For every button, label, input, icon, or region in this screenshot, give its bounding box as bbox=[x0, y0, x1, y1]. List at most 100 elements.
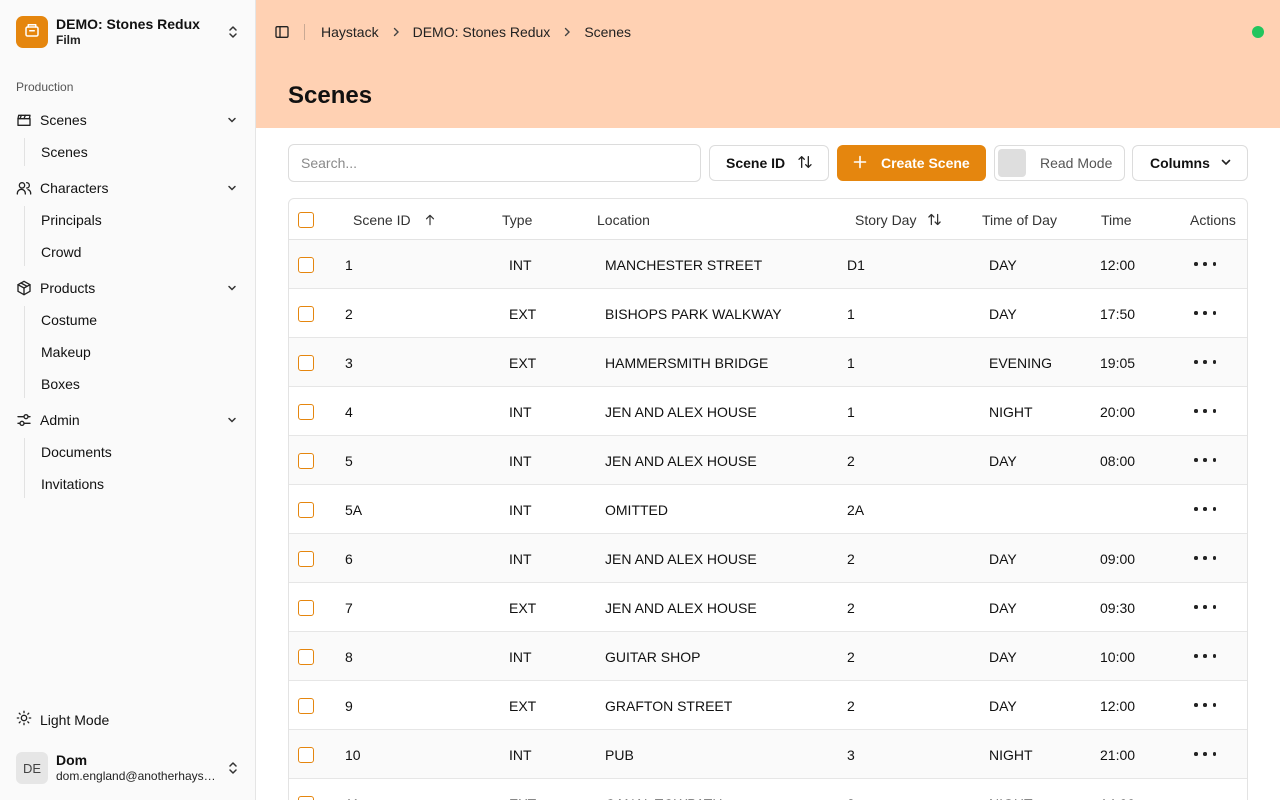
column-header-type[interactable]: Type bbox=[502, 199, 532, 240]
cell-time-of-day: DAY bbox=[989, 256, 1017, 273]
read-mode-label: Read Mode bbox=[1040, 155, 1113, 171]
cell-time: 12:00 bbox=[1100, 256, 1136, 273]
table-row[interactable]: 2 EXT BISHOPS PARK WALKWAY 1 DAY 17:50 bbox=[289, 289, 1247, 338]
nav-group-label: Scenes bbox=[40, 112, 87, 128]
cell-time-of-day: DAY bbox=[989, 452, 1017, 469]
table-row[interactable]: 3 EXT HAMMERSMITH BRIDGE 1 EVENING 19:05 bbox=[289, 338, 1247, 387]
cell-time-of-day: NIGHT bbox=[989, 746, 1033, 763]
nav-item-crowd[interactable]: Crowd bbox=[33, 238, 240, 266]
row-checkbox[interactable] bbox=[298, 502, 314, 518]
create-scene-label: Create Scene bbox=[881, 155, 970, 171]
row-checkbox[interactable] bbox=[298, 453, 314, 469]
sort-button[interactable]: Scene ID bbox=[709, 145, 829, 181]
cell-type: INT bbox=[509, 256, 532, 273]
table-row[interactable]: 5 INT JEN AND ALEX HOUSE 2 DAY 08:00 bbox=[289, 436, 1247, 485]
cell-type: EXT bbox=[509, 305, 537, 322]
page-header: Haystack DEMO: Stones Redux Scenes Scene… bbox=[256, 0, 1280, 128]
table-row[interactable]: 6 INT JEN AND ALEX HOUSE 2 DAY 09:00 bbox=[289, 534, 1247, 583]
avatar: DE bbox=[16, 752, 48, 784]
columns-button[interactable]: Columns bbox=[1132, 145, 1248, 181]
chevron-down-icon bbox=[224, 280, 240, 296]
row-checkbox[interactable] bbox=[298, 257, 314, 273]
cell-type: INT bbox=[509, 501, 532, 518]
cell-time: 19:05 bbox=[1100, 354, 1136, 371]
nav-item-principals[interactable]: Principals bbox=[33, 206, 240, 234]
breadcrumb-item-project[interactable]: DEMO: Stones Redux bbox=[413, 24, 551, 40]
search-input[interactable] bbox=[288, 144, 701, 182]
table-row[interactable]: 7 EXT JEN AND ALEX HOUSE 2 DAY 09:30 bbox=[289, 583, 1247, 632]
cell-location: PUB bbox=[605, 746, 634, 763]
row-checkbox[interactable] bbox=[298, 355, 314, 371]
cell-type: EXT bbox=[509, 779, 536, 800]
more-actions-icon[interactable] bbox=[1194, 749, 1216, 759]
arrow-up-icon bbox=[423, 213, 437, 227]
read-mode-switch[interactable] bbox=[998, 149, 1026, 177]
sort-button-label: Scene ID bbox=[726, 155, 786, 171]
nav-item-makeup[interactable]: Makeup bbox=[33, 338, 240, 366]
more-actions-icon[interactable] bbox=[1194, 308, 1216, 318]
scenes-table: Scene ID Type Location Story Day Time of… bbox=[288, 198, 1248, 800]
cell-time-of-day: DAY bbox=[989, 550, 1017, 567]
row-checkbox[interactable] bbox=[298, 698, 314, 714]
column-header-time[interactable]: Time bbox=[1101, 199, 1132, 240]
row-checkbox[interactable] bbox=[298, 551, 314, 567]
box-icon bbox=[23, 21, 41, 44]
user-menu[interactable]: DE Dom dom.england@anotherhaystack.com bbox=[16, 752, 240, 784]
row-checkbox[interactable] bbox=[298, 747, 314, 763]
cell-time-of-day: DAY bbox=[989, 305, 1017, 322]
sidebar-toggle-icon[interactable] bbox=[274, 24, 290, 40]
more-actions-icon[interactable] bbox=[1194, 259, 1216, 269]
column-header-time-of-day[interactable]: Time of Day bbox=[982, 199, 1057, 240]
row-checkbox[interactable] bbox=[298, 600, 314, 616]
nav-group-scenes[interactable]: Scenes bbox=[8, 104, 248, 136]
create-scene-button[interactable]: Create Scene bbox=[837, 145, 986, 181]
chevron-right-icon bbox=[550, 27, 584, 37]
column-header-location[interactable]: Location bbox=[597, 199, 650, 240]
read-mode-toggle[interactable]: Read Mode bbox=[994, 145, 1125, 181]
breadcrumb-item-scenes: Scenes bbox=[584, 24, 632, 40]
columns-button-label: Columns bbox=[1150, 155, 1210, 171]
nav-group-admin[interactable]: Admin bbox=[8, 404, 248, 436]
breadcrumb-item-haystack[interactable]: Haystack bbox=[321, 24, 379, 40]
table-row[interactable]: 5A INT OMITTED 2A bbox=[289, 485, 1247, 534]
table-row[interactable]: 11 EXT CANAL TOWPATH 3 NIGHT 14:00 bbox=[289, 779, 1247, 800]
row-checkbox[interactable] bbox=[298, 306, 314, 322]
more-actions-icon[interactable] bbox=[1194, 651, 1216, 661]
light-mode-toggle[interactable]: Light Mode bbox=[8, 704, 248, 736]
nav-group-characters[interactable]: Characters bbox=[8, 172, 248, 204]
org-switcher[interactable]: DEMO: Stones Redux Film bbox=[16, 16, 240, 48]
cell-time-of-day: NIGHT bbox=[989, 779, 1033, 800]
table-row[interactable]: 8 INT GUITAR SHOP 2 DAY 10:00 bbox=[289, 632, 1247, 681]
more-actions-icon[interactable] bbox=[1194, 406, 1216, 416]
breadcrumb: Haystack DEMO: Stones Redux Scenes bbox=[321, 22, 631, 42]
nav-item-boxes[interactable]: Boxes bbox=[33, 370, 240, 398]
row-checkbox[interactable] bbox=[298, 404, 314, 420]
cell-story-day: 1 bbox=[847, 354, 855, 371]
cell-scene-id: 9 bbox=[345, 697, 353, 714]
table-row[interactable]: 9 EXT GRAFTON STREET 2 DAY 12:00 bbox=[289, 681, 1247, 730]
cell-story-day: 3 bbox=[847, 746, 855, 763]
more-actions-icon[interactable] bbox=[1194, 455, 1216, 465]
table-row[interactable]: 10 INT PUB 3 NIGHT 21:00 bbox=[289, 730, 1247, 779]
cell-location: HAMMERSMITH BRIDGE bbox=[605, 354, 769, 371]
nav-item-documents[interactable]: Documents bbox=[33, 438, 240, 466]
select-all-checkbox[interactable] bbox=[298, 212, 314, 228]
more-actions-icon[interactable] bbox=[1194, 553, 1216, 563]
column-header-scene-id[interactable]: Scene ID bbox=[353, 199, 437, 240]
more-actions-icon[interactable] bbox=[1194, 504, 1216, 514]
column-header-story-day[interactable]: Story Day bbox=[855, 199, 942, 240]
more-actions-icon[interactable] bbox=[1194, 700, 1216, 710]
cell-type: INT bbox=[509, 403, 532, 420]
more-actions-icon[interactable] bbox=[1194, 602, 1216, 612]
row-checkbox[interactable] bbox=[298, 796, 314, 800]
nav-item-invitations[interactable]: Invitations bbox=[33, 470, 240, 498]
cell-type: EXT bbox=[509, 599, 537, 616]
nav-item-costume[interactable]: Costume bbox=[33, 306, 240, 334]
table-row[interactable]: 1 INT MANCHESTER STREET D1 DAY 12:00 bbox=[289, 240, 1247, 289]
more-actions-icon[interactable] bbox=[1194, 357, 1216, 367]
plus-icon bbox=[853, 155, 867, 172]
row-checkbox[interactable] bbox=[298, 649, 314, 665]
nav-group-products[interactable]: Products bbox=[8, 272, 248, 304]
nav-item-scenes[interactable]: Scenes bbox=[33, 138, 240, 166]
table-row[interactable]: 4 INT JEN AND ALEX HOUSE 1 NIGHT 20:00 bbox=[289, 387, 1247, 436]
